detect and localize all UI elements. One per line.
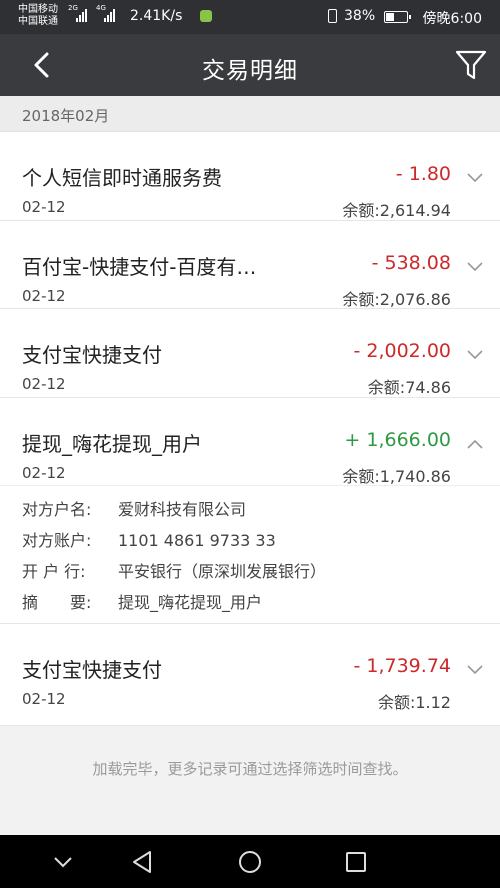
chevron-down-icon[interactable] <box>466 172 484 184</box>
carrier-2: 中国联通 <box>18 16 58 27</box>
filter-funnel-icon[interactable] <box>454 48 488 82</box>
detail-memo: 摘 要: 提现_嗨花提现_用户 <box>22 589 262 613</box>
detail-label: 开 户 行: <box>22 562 86 581</box>
transaction-amount: - 538.08 <box>371 251 451 274</box>
detail-label: 对方户名: <box>22 500 92 519</box>
detail-value: 1101 4861 9733 33 <box>118 531 276 550</box>
chevron-down-icon[interactable] <box>466 349 484 361</box>
recents-square-icon[interactable] <box>341 847 371 877</box>
transaction-balance: 余额:1.12 <box>377 693 451 712</box>
hide-keyboard-chevron-icon[interactable] <box>48 847 78 877</box>
carrier-1: 中国移动 <box>18 4 58 15</box>
transaction-amount: - 1.80 <box>395 163 451 185</box>
status-bar: 中国移动 中国联通 2G 4G 2.41K/s 38% 傍晚6:00 <box>0 0 500 34</box>
transaction-list: 个人短信即时通服务费 02-12 - 1.80 余额:2,614.94 百付宝-… <box>0 132 500 726</box>
transaction-balance: 余额:74.86 <box>367 378 451 397</box>
transaction-name: 支付宝快捷支付 <box>22 658 162 682</box>
transaction-row[interactable]: 个人短信即时通服务费 02-12 - 1.80 余额:2,614.94 <box>0 132 500 221</box>
transaction-row[interactable]: 百付宝-快捷支付-百度有… 02-12 - 538.08 余额:2,076.86 <box>0 221 500 309</box>
detail-label: 对方账户: <box>22 531 92 550</box>
detail-value: 爱财科技有限公司 <box>118 500 247 519</box>
transaction-name: 百付宝-快捷支付-百度有… <box>22 254 257 279</box>
transaction-balance: 余额:2,076.86 <box>342 289 451 309</box>
load-complete-note: 加载完毕，更多记录可通过选择筛选时间查找。 <box>0 742 500 835</box>
detail-value: 提现_嗨花提现_用户 <box>118 593 263 612</box>
back-triangle-icon[interactable] <box>128 847 158 877</box>
page-title: 交易明细 <box>202 58 298 84</box>
month-header: 2018年02月 <box>0 96 500 132</box>
system-navigation-bar <box>0 835 500 888</box>
network-speed: 2.41K/s <box>130 8 183 24</box>
transaction-row[interactable]: 支付宝快捷支付 02-12 - 2,002.00 余额:74.86 <box>0 309 500 398</box>
carrier-labels: 中国移动 中国联通 <box>18 4 58 28</box>
notification-app-icon <box>200 10 212 22</box>
transaction-name: 支付宝快捷支付 <box>22 343 162 367</box>
transaction-amount: - 1,739.74 <box>353 655 451 677</box>
transaction-name: 个人短信即时通服务费 <box>22 166 222 190</box>
transaction-date: 02-12 <box>22 375 66 393</box>
detail-counterparty: 对方户名: 爱财科技有限公司 <box>22 496 246 520</box>
battery-fill <box>386 13 395 21</box>
signal-1-icon <box>76 8 87 22</box>
detail-account: 对方账户: 1101 4861 9733 33 <box>22 527 276 551</box>
top-navbar: 交易明细 <box>0 34 500 96</box>
signal-2-icon <box>104 8 115 22</box>
detail-bank: 开 户 行: 平安银行（原深圳发展银行） <box>22 558 326 582</box>
transaction-date: 02-12 <box>22 463 66 482</box>
transaction-balance: 余额:2,614.94 <box>342 201 451 220</box>
transaction-amount: - 2,002.00 <box>353 340 451 362</box>
transaction-date: 02-12 <box>22 286 66 305</box>
transaction-row-expanded[interactable]: 提现_嗨花提现_用户 02-12 + 1,666.00 余额:1,740.86 <box>0 398 500 486</box>
chevron-down-icon[interactable] <box>466 664 484 676</box>
transaction-date: 02-12 <box>22 690 66 708</box>
transaction-balance: 余额:1,740.86 <box>342 466 451 486</box>
transaction-name: 提现_嗨花提现_用户 <box>22 431 202 456</box>
chevron-down-icon[interactable] <box>466 261 484 273</box>
battery-percent: 38% <box>344 8 376 24</box>
vibrate-icon <box>328 9 337 23</box>
battery-icon <box>384 11 411 23</box>
transaction-amount: + 1,666.00 <box>344 428 451 451</box>
transaction-details: 对方户名: 爱财科技有限公司 对方账户: 1101 4861 9733 33 开 户… <box>0 486 500 624</box>
detail-label: 摘 要: <box>22 593 92 612</box>
detail-value: 平安银行（原深圳发展银行） <box>118 562 327 581</box>
home-circle-icon[interactable] <box>235 847 265 877</box>
transaction-row[interactable]: 支付宝快捷支付 02-12 - 1,739.74 余额:1.12 <box>0 624 500 726</box>
clock: 傍晚6:00 <box>422 11 482 27</box>
transaction-date: 02-12 <box>22 198 66 216</box>
chevron-up-icon[interactable] <box>466 438 484 450</box>
